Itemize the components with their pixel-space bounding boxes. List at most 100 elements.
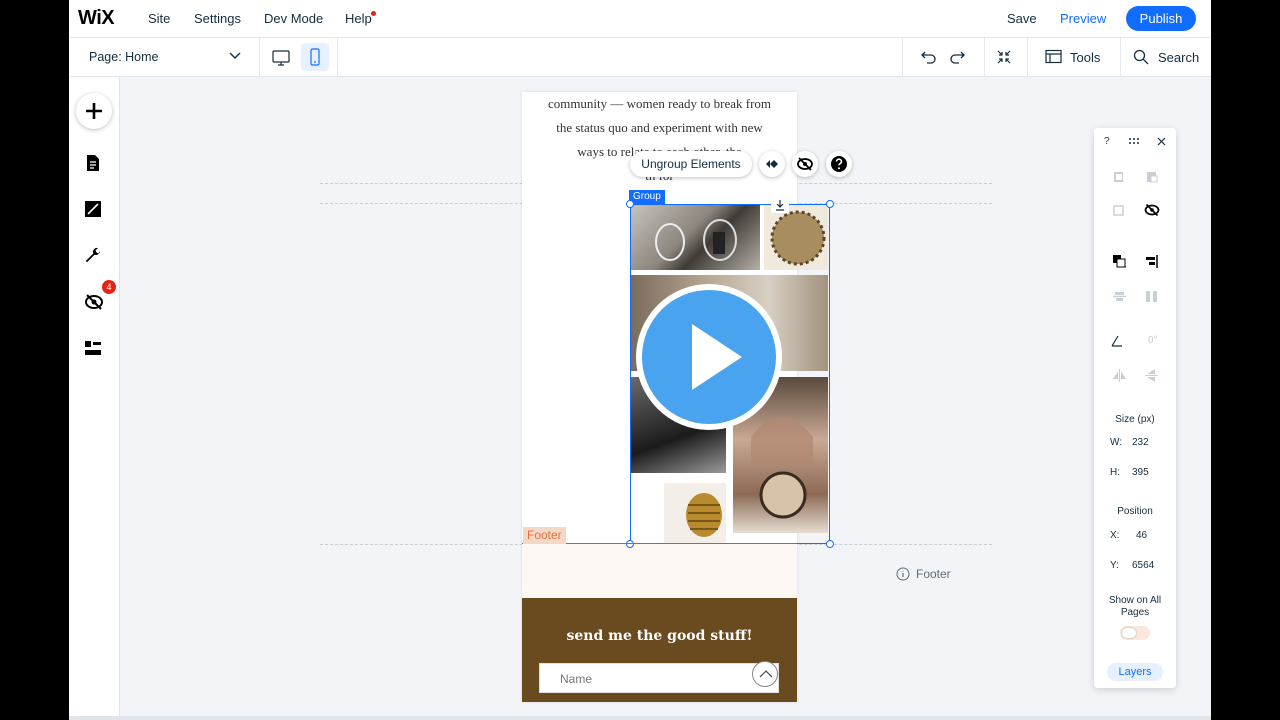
hidden-count-badge: 4 (102, 280, 116, 294)
desktop-icon (272, 50, 290, 66)
layout-icon[interactable] (84, 339, 102, 357)
search-icon[interactable] (1133, 49, 1149, 65)
paste-icon[interactable] (1145, 170, 1159, 184)
distribute-icon[interactable] (1112, 289, 1127, 304)
chevron-down-icon[interactable] (229, 52, 241, 60)
design-icon[interactable] (84, 200, 102, 218)
publish-button[interactable]: Publish (1126, 6, 1196, 31)
flip-vertical-icon[interactable] (1144, 368, 1159, 383)
layers-button[interactable]: Layers (1107, 663, 1163, 681)
wix-logo[interactable]: WiX (78, 7, 115, 30)
newsletter-strip[interactable]: send me the good stuff! Name (522, 598, 797, 702)
back-to-top-button[interactable] (752, 661, 778, 687)
editor-canvas[interactable]: community — women ready to break from th… (120, 77, 1211, 716)
hidden-elements-icon[interactable] (84, 292, 104, 312)
page-label: Page: (89, 50, 122, 64)
mobile-view-button[interactable] (301, 43, 329, 71)
y-label: Y: (1110, 560, 1119, 571)
x-value[interactable]: 46 (1136, 530, 1147, 541)
undo-icon[interactable] (920, 49, 938, 65)
page-selector[interactable]: Page: Home (89, 50, 159, 64)
tools-button[interactable]: Tools (1070, 50, 1100, 65)
divider (337, 38, 338, 77)
window-bottom-edge (69, 716, 1211, 720)
menu-settings[interactable]: Settings (194, 11, 241, 26)
question-icon (831, 156, 847, 172)
show-on-all-pages-label: Show on All Pages (1108, 595, 1162, 618)
download-icon (776, 200, 784, 211)
duplicate-icon[interactable] (1112, 203, 1126, 217)
chevron-up-icon (759, 670, 773, 678)
width-label: W: (1110, 437, 1123, 448)
divider (259, 38, 260, 77)
resize-handle[interactable] (826, 200, 834, 208)
group-tag: Group (629, 190, 665, 204)
left-sidebar: 4 (69, 77, 120, 716)
arrange-icon[interactable] (1112, 254, 1127, 269)
footer-info-text: Footer (916, 567, 951, 581)
divider (1120, 38, 1121, 77)
divider (1027, 38, 1028, 77)
rotate-icon[interactable] (1110, 334, 1124, 348)
save-button[interactable]: Save (1007, 11, 1037, 26)
wix-editor: WiX Site Settings Dev Mode Help Save Pre… (69, 0, 1211, 716)
top-bar: WiX Site Settings Dev Mode Help Save Pre… (69, 0, 1211, 38)
hide-icon[interactable] (1144, 202, 1160, 218)
redo-icon[interactable] (948, 49, 966, 65)
menu-help[interactable]: Help (345, 11, 372, 26)
panel-close-icon[interactable] (1157, 137, 1166, 146)
body-line: community — women ready to break from (547, 96, 772, 111)
drag-handle[interactable] (771, 197, 789, 213)
newsletter-title: send me the good stuff! (566, 628, 753, 644)
toolbar: Page: Home Tools Search (69, 38, 1211, 77)
animation-icon (766, 160, 778, 168)
wrench-icon[interactable] (84, 247, 102, 265)
height-value[interactable]: 395 (1132, 467, 1149, 478)
search-button[interactable]: Search (1158, 50, 1199, 65)
copy-icon[interactable] (1112, 170, 1126, 184)
width-value[interactable]: 232 (1132, 437, 1149, 448)
x-label: X: (1110, 530, 1120, 541)
height-label: H: (1110, 467, 1120, 478)
zoom-out-icon[interactable] (996, 49, 1012, 65)
align-icon[interactable] (1144, 254, 1159, 269)
help-button[interactable] (826, 151, 852, 177)
ungroup-elements-button[interactable]: Ungroup Elements (630, 151, 752, 177)
animation-button[interactable] (759, 151, 785, 177)
properties-panel: ? 0° Size (px) W: 232 H: 395 Position X:… (1094, 128, 1176, 688)
resize-handle[interactable] (626, 200, 634, 208)
page-value: Home (125, 50, 159, 64)
plus-icon (86, 103, 102, 119)
footer-tag[interactable]: Footer (523, 527, 566, 544)
y-value[interactable]: 6564 (1132, 560, 1154, 571)
footer-area[interactable] (522, 544, 797, 598)
panel-drag-icon[interactable] (1128, 137, 1142, 145)
match-size-icon[interactable] (1144, 289, 1159, 304)
info-icon (896, 567, 910, 581)
flip-horizontal-icon[interactable] (1112, 368, 1127, 383)
show-on-all-pages-toggle[interactable] (1120, 626, 1150, 640)
name-input[interactable]: Name (539, 663, 779, 693)
pages-icon[interactable] (84, 154, 102, 172)
position-label: Position (1117, 506, 1153, 517)
panel-help-icon[interactable]: ? (1104, 136, 1110, 147)
group-selection-box[interactable] (630, 204, 830, 544)
tools-icon[interactable] (1045, 49, 1062, 64)
footer-info-label: Footer (896, 567, 951, 581)
desktop-view-button[interactable] (267, 43, 295, 71)
add-elements-button[interactable] (76, 93, 112, 129)
divider (984, 38, 985, 77)
preview-button[interactable]: Preview (1060, 11, 1106, 26)
menu-dev-mode[interactable]: Dev Mode (264, 11, 323, 26)
resize-handle[interactable] (826, 540, 834, 548)
hide-icon (797, 157, 813, 171)
divider (902, 38, 903, 77)
hide-button[interactable] (792, 151, 818, 177)
mobile-icon (310, 48, 320, 66)
rotation-value[interactable]: 0° (1148, 335, 1158, 346)
body-line: the status quo and experiment with new (556, 120, 763, 135)
size-label: Size (px) (1115, 414, 1155, 425)
menu-site[interactable]: Site (148, 11, 170, 26)
toggle-knob (1122, 628, 1136, 638)
resize-handle[interactable] (626, 540, 634, 548)
